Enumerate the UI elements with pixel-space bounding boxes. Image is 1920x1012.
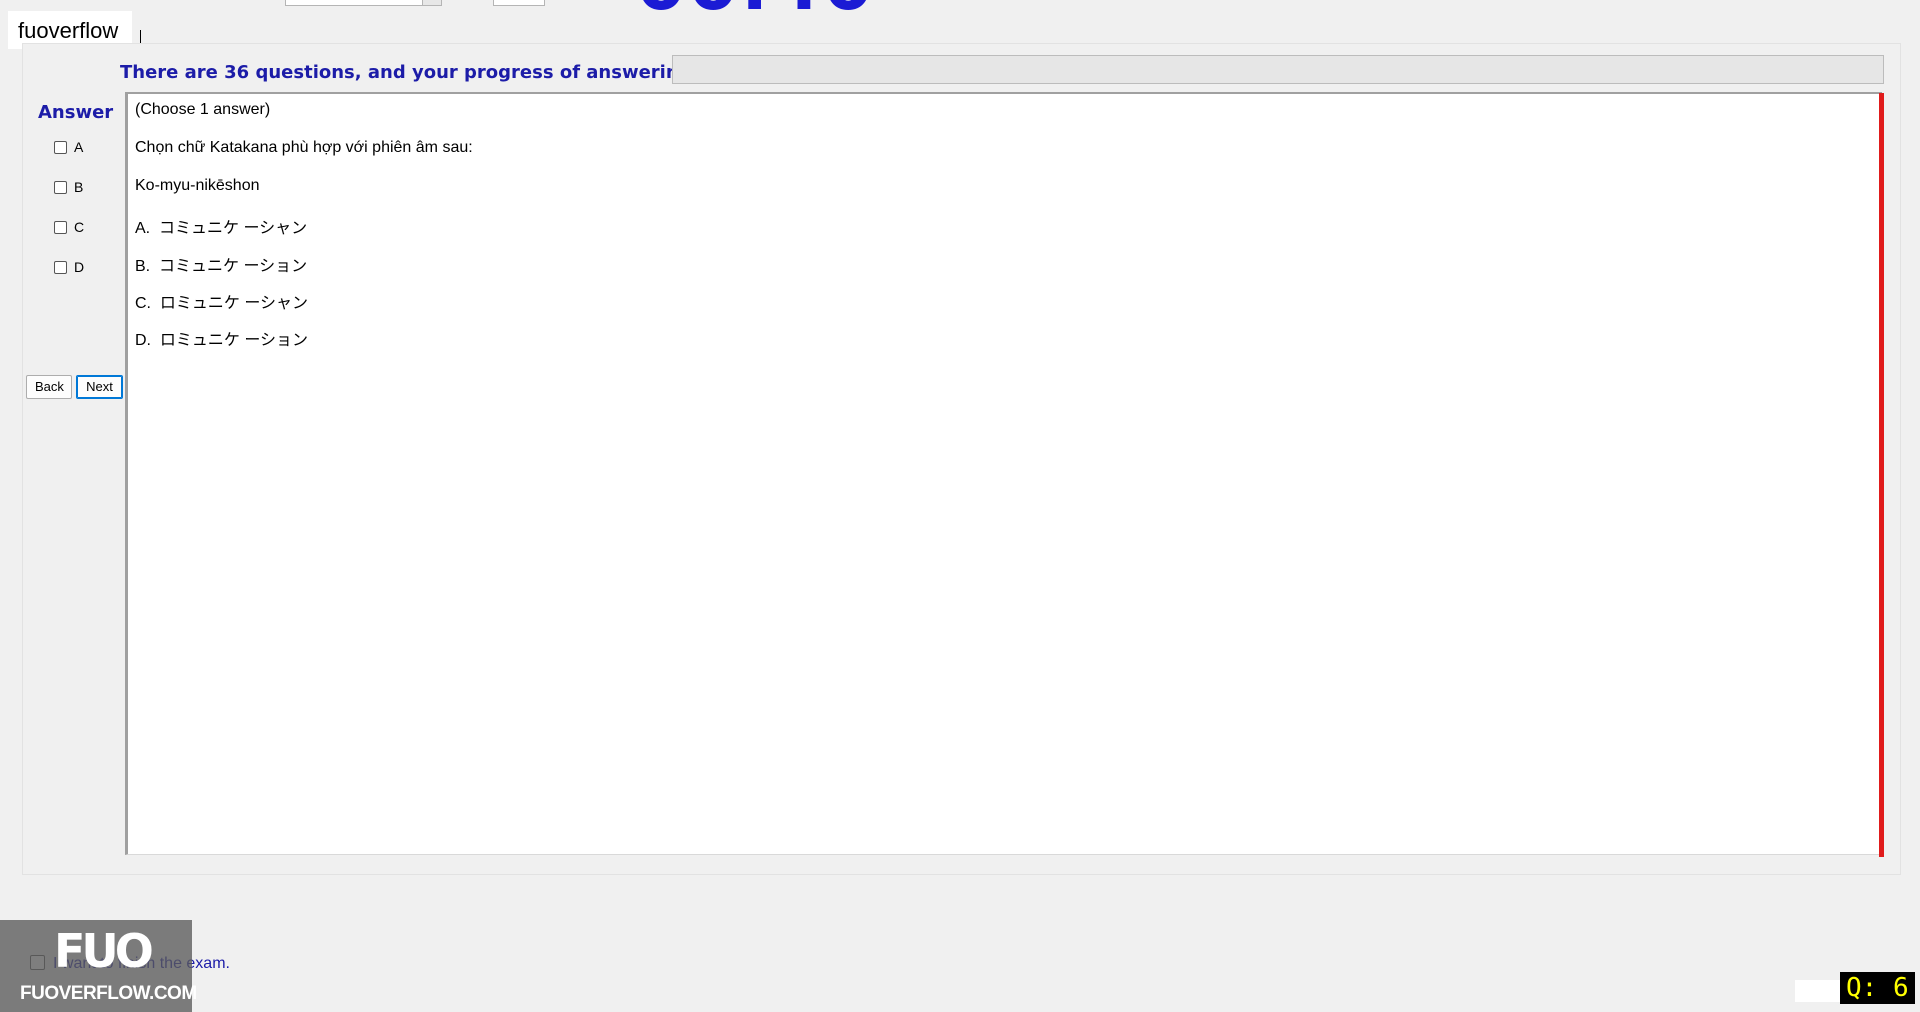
scroll-indicator — [1879, 93, 1884, 857]
exam-timer: 00:40 — [636, 0, 875, 20]
counter-backdrop — [1795, 980, 1840, 1002]
checkbox-b[interactable] — [54, 180, 67, 194]
exam-code-combobox[interactable] — [285, 0, 442, 6]
question-choice-b: B. コミュニケ ーション — [135, 258, 308, 275]
question-instruction: (Choose 1 answer) — [135, 101, 271, 118]
option-label: B — [74, 179, 84, 195]
option-label: A — [74, 139, 84, 155]
question-counter: Q: 6 — [1840, 972, 1915, 1004]
logo-mark: FUO — [54, 924, 154, 978]
option-label: C — [74, 219, 85, 235]
chevron-down-icon[interactable] — [422, 0, 441, 5]
question-choice-c: C. ロミュニケ ーシャン — [135, 295, 309, 312]
next-button[interactable]: Next — [76, 375, 123, 399]
progress-bar — [672, 55, 1884, 84]
answer-title: Answer — [38, 102, 114, 123]
question-choice-d: D. ロミュニケ ーション — [135, 332, 309, 349]
back-button[interactable]: Back — [26, 375, 72, 399]
font-size-spinner[interactable] — [493, 0, 545, 6]
answer-option-a[interactable]: A — [54, 139, 83, 155]
question-textbox[interactable] — [125, 92, 1882, 855]
answer-option-c[interactable]: C — [54, 219, 84, 235]
question-choice-a: A. コミュニケ ーシャン — [135, 220, 308, 237]
checkbox-d[interactable] — [54, 260, 67, 274]
checkbox-c[interactable] — [54, 220, 67, 234]
progress-label: There are 36 questions, and your progres… — [120, 62, 715, 83]
answer-option-d[interactable]: D — [54, 259, 84, 275]
answer-option-b[interactable]: B — [54, 179, 83, 195]
logo-text: FUOVERFLOW.COM — [20, 983, 197, 1004]
question-romaji: Ko-myu-nikēshon — [135, 177, 260, 194]
question-prompt: Chọn chữ Katakana phù hợp với phiên âm s… — [135, 139, 473, 156]
checkbox-a[interactable] — [54, 140, 67, 154]
option-label: D — [74, 259, 85, 275]
